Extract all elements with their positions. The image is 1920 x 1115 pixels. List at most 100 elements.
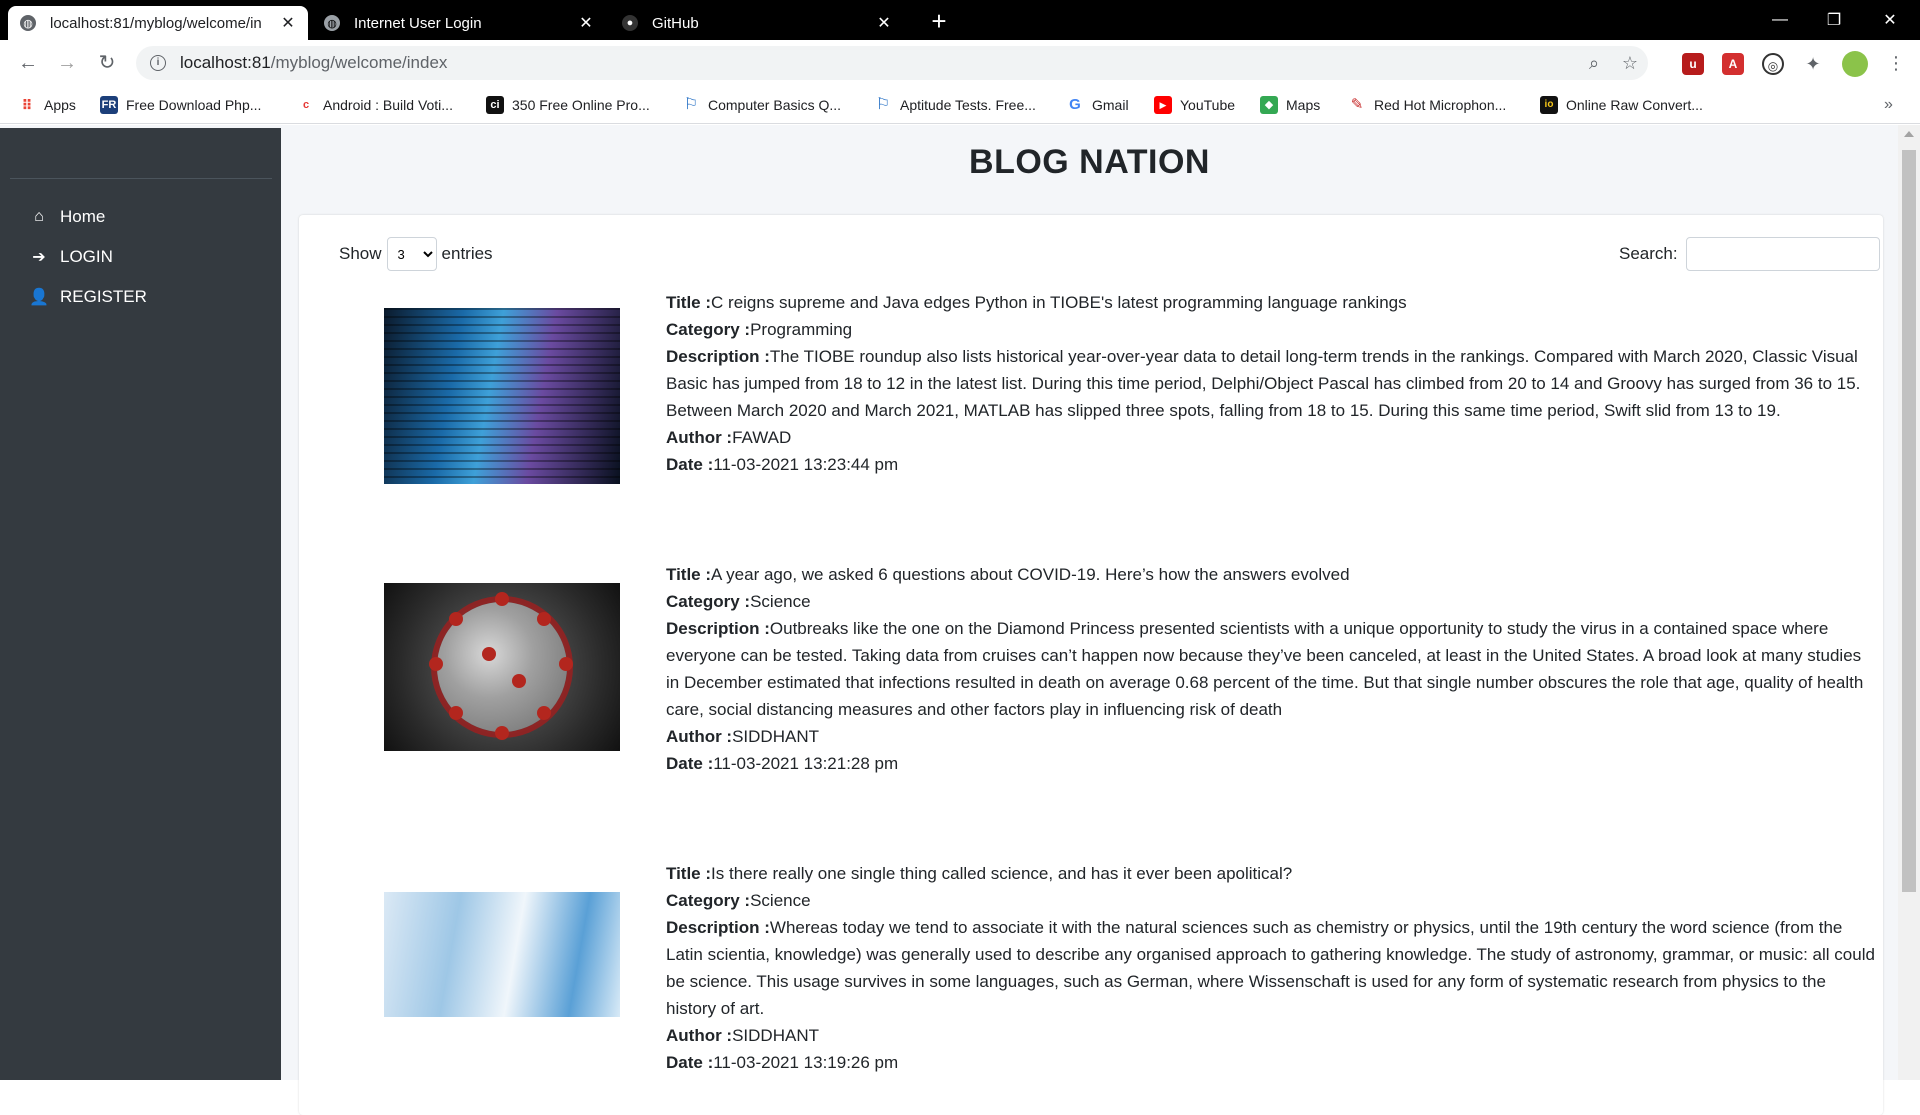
back-icon[interactable]: ← bbox=[14, 49, 42, 77]
bookmark-label: Maps bbox=[1286, 97, 1321, 113]
title-label: Title : bbox=[666, 293, 712, 312]
virus-image bbox=[429, 592, 573, 740]
post-category-line: Category :Science bbox=[666, 887, 1876, 914]
post-author-line: Author :SIDDHANT bbox=[666, 1022, 1876, 1049]
bookmark-maps[interactable]: ◆ Maps bbox=[1260, 94, 1320, 116]
bookmark-apps[interactable]: ⠿ Apps bbox=[18, 94, 76, 116]
post-author: FAWAD bbox=[732, 428, 792, 447]
sidebar-item-label: LOGIN bbox=[60, 247, 113, 266]
post-thumbnail-lab bbox=[384, 892, 620, 1017]
post-date: 11-03-2021 13:21:28 pm bbox=[713, 754, 899, 773]
google-icon: G bbox=[1069, 96, 1081, 113]
bookmark-aptitude-tests[interactable]: ⚐ Aptitude Tests. Free... bbox=[874, 94, 1036, 116]
globe-icon: ◍ bbox=[20, 15, 36, 31]
tab-title: Internet User Login bbox=[354, 14, 482, 32]
post-details: Title :Is there really one single thing … bbox=[666, 860, 1876, 1076]
more-menu-icon[interactable]: ⋮ bbox=[1882, 49, 1910, 77]
apps-grid-icon: ⠿ bbox=[21, 97, 33, 113]
sync-extension-icon[interactable]: ◎ bbox=[1762, 53, 1784, 75]
post-date-line: Date :11-03-2021 13:19:26 pm bbox=[666, 1049, 1876, 1076]
page-viewport: ⌂ Home ➔ LOGIN 👤 REGISTER BLOG NATION Sh… bbox=[0, 125, 1920, 1115]
profile-avatar[interactable] bbox=[1842, 51, 1868, 77]
ublock-icon[interactable]: u bbox=[1682, 53, 1704, 75]
post-category: Programming bbox=[750, 320, 853, 339]
entries-select[interactable]: 3 bbox=[386, 237, 437, 271]
sidebar-item-home[interactable]: ⌂ Home bbox=[28, 204, 105, 230]
author-label: Author : bbox=[666, 428, 733, 447]
post-description-line: Description :Whereas today we tend to as… bbox=[666, 914, 1876, 1022]
c-logo-icon: c bbox=[302, 99, 310, 111]
bookmarks-overflow-icon[interactable]: » bbox=[1884, 94, 1893, 116]
minimize-icon[interactable]: — bbox=[1752, 0, 1808, 40]
date-label: Date : bbox=[666, 1053, 714, 1072]
sidebar-item-register[interactable]: 👤 REGISTER bbox=[28, 284, 147, 310]
microphone-icon: ✎ bbox=[1350, 96, 1364, 113]
zoom-icon[interactable]: ⌕ bbox=[1582, 51, 1606, 75]
sidebar-divider bbox=[10, 178, 272, 179]
scrollbar-thumb[interactable] bbox=[1902, 150, 1916, 892]
bookmark-star-icon[interactable]: ☆ bbox=[1618, 51, 1642, 75]
bookmarks-bar: ⠿ Apps FR Free Download Php... c Android… bbox=[0, 86, 1920, 124]
post-title: Is there really one single thing called … bbox=[711, 864, 1293, 883]
new-tab-button[interactable]: + bbox=[924, 6, 954, 36]
post-thumbnail-code bbox=[384, 308, 620, 484]
category-label: Category : bbox=[666, 891, 751, 910]
forward-icon[interactable]: → bbox=[53, 49, 81, 77]
post-date-line: Date :11-03-2021 13:21:28 pm bbox=[666, 750, 1876, 777]
post-category: Science bbox=[750, 592, 811, 611]
bookmark-youtube[interactable]: ▶ YouTube bbox=[1154, 94, 1235, 116]
search-input[interactable] bbox=[1685, 237, 1880, 271]
user-plus-icon: 👤 bbox=[29, 289, 49, 306]
reload-icon[interactable]: ↻ bbox=[93, 49, 121, 77]
flag-logo-icon: ⚐ bbox=[875, 96, 891, 113]
bookmark-android-build[interactable]: c Android : Build Voti... bbox=[297, 94, 453, 116]
youtube-icon: ▶ bbox=[1154, 96, 1172, 114]
tab-active[interactable]: ◍ localhost:81/myblog/welcome/in ✕ bbox=[8, 6, 308, 40]
bookmark-red-hot-microphone[interactable]: ✎ Red Hot Microphon... bbox=[1348, 94, 1507, 116]
main-content: BLOG NATION Show 3 entries Search: Title… bbox=[281, 125, 1898, 1115]
window-close-icon[interactable]: ✕ bbox=[1862, 0, 1918, 40]
home-icon: ⌂ bbox=[34, 208, 44, 225]
page-scrollbar[interactable] bbox=[1898, 125, 1920, 1080]
post-details: Title :C reigns supreme and Java edges P… bbox=[666, 289, 1876, 478]
bookmark-label: YouTube bbox=[1180, 97, 1236, 113]
title-label: Title : bbox=[666, 864, 712, 883]
sign-in-icon: ➔ bbox=[32, 249, 46, 266]
close-icon[interactable]: ✕ bbox=[876, 13, 892, 33]
tab-internet-user-login[interactable]: ◍ Internet User Login ✕ bbox=[312, 6, 606, 40]
info-icon[interactable]: i bbox=[150, 55, 166, 71]
bookmark-online-raw-converter[interactable]: io Online Raw Convert... bbox=[1540, 94, 1703, 116]
url-text: localhost:81/myblog/welcome/index bbox=[180, 53, 447, 73]
entries-label: entries bbox=[441, 244, 493, 263]
bookmark-computer-basics[interactable]: ⚐ Computer Basics Q... bbox=[682, 94, 841, 116]
bookmark-label: 350 Free Online Pro... bbox=[512, 97, 650, 113]
posts-card: Show 3 entries Search: Title :C reigns s… bbox=[299, 215, 1883, 1115]
entries-length-control: Show 3 entries bbox=[339, 237, 493, 271]
tab-github[interactable]: ● GitHub ✕ bbox=[610, 6, 904, 40]
close-icon[interactable]: ✕ bbox=[280, 13, 296, 33]
bookmark-350-free-online[interactable]: ci 350 Free Online Pro... bbox=[486, 94, 650, 116]
page-title: BLOG NATION bbox=[969, 143, 1210, 181]
scroll-up-icon[interactable] bbox=[1904, 131, 1914, 137]
sidebar-item-label: REGISTER bbox=[60, 287, 147, 306]
bookmark-label: Computer Basics Q... bbox=[708, 97, 842, 113]
flag-logo-icon: ⚐ bbox=[683, 96, 699, 113]
description-label: Description : bbox=[666, 347, 770, 366]
pdf-icon[interactable]: A bbox=[1722, 53, 1744, 75]
bookmark-label: Free Download Php... bbox=[126, 97, 262, 113]
sidebar-item-login[interactable]: ➔ LOGIN bbox=[28, 244, 113, 270]
date-label: Date : bbox=[666, 754, 714, 773]
bookmark-gmail[interactable]: G Gmail bbox=[1066, 94, 1129, 116]
post-author: SIDDHANT bbox=[732, 1026, 819, 1045]
extensions-puzzle-icon[interactable]: ✦ bbox=[1802, 53, 1824, 75]
ci-logo-icon: ci bbox=[486, 96, 504, 114]
restore-icon[interactable]: ❐ bbox=[1806, 0, 1862, 40]
date-label: Date : bbox=[666, 455, 714, 474]
bookmark-label: Red Hot Microphon... bbox=[1374, 97, 1507, 113]
close-icon[interactable]: ✕ bbox=[578, 13, 594, 33]
bookmark-free-download-php[interactable]: FR Free Download Php... bbox=[100, 94, 261, 116]
bookmark-label: Gmail bbox=[1092, 97, 1129, 113]
post-description: The TIOBE roundup also lists historical … bbox=[666, 347, 1861, 420]
address-bar[interactable]: i localhost:81/myblog/welcome/index ⌕ ☆ bbox=[136, 46, 1648, 80]
tab-title: localhost:81/myblog/welcome/in bbox=[50, 14, 262, 32]
